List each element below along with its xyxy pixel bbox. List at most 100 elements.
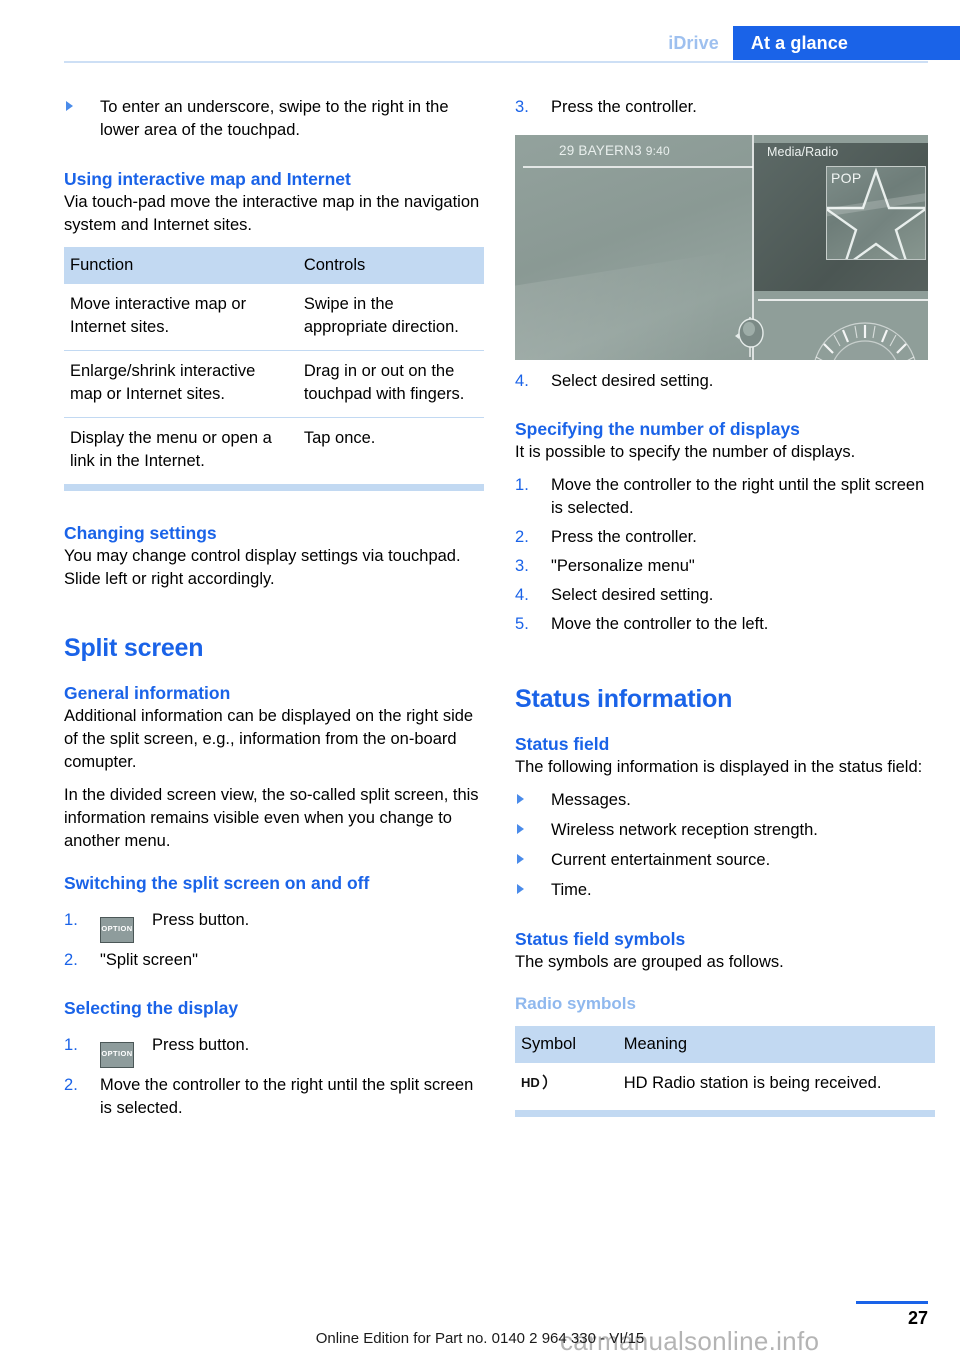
intro-bullet-list: To enter an underscore, swipe to the rig…	[64, 96, 484, 142]
svg-text:HD: HD	[521, 1075, 540, 1090]
list-item: Select desired setting.	[515, 584, 935, 607]
controller-knob-icon	[735, 317, 767, 357]
table-bottom-bar	[515, 1110, 935, 1117]
list-item: To enter an underscore, swipe to the rig…	[64, 96, 484, 142]
changing-settings-paragraph: You may change control display settings …	[64, 547, 461, 588]
heading-using-interactive-map: Using interactive map and Internet	[64, 169, 351, 189]
header-chapter-label: iDrive	[668, 32, 719, 53]
heading-status-field: Status field	[515, 734, 610, 754]
list-item: OPTION Press button.	[64, 905, 484, 943]
list-item: Current entertainment source.	[515, 849, 935, 872]
list-item: OPTION Press button.	[64, 1030, 484, 1068]
table-header-meaning: Meaning	[617, 1026, 935, 1063]
step-text: Move the controller to the left.	[551, 615, 769, 633]
triangle-bullet-icon	[517, 884, 524, 894]
specifying-displays-paragraph: It is possible to specify the number of …	[515, 443, 856, 461]
right-column: Press the controller. 29 BAYERN3 9:40 Me…	[515, 96, 935, 1117]
option-button-icon: OPTION	[100, 917, 134, 943]
bullet-text: Current entertainment source.	[551, 851, 771, 869]
page-header: iDrive At a glance	[0, 0, 960, 60]
car-display-figure: 29 BAYERN3 9:40 Media/Radio POP	[515, 135, 928, 360]
table-cell-function: Enlarge/shrink interactive map or Intern…	[64, 350, 298, 418]
general-info-paragraph-1: Additional information can be displayed …	[64, 707, 474, 771]
list-item: Press the controller.	[515, 526, 935, 549]
list-item: Move the controller to the right until t…	[515, 474, 935, 520]
table-cell-function: Move interactive map or Internet sites.	[70, 295, 247, 336]
heading-selecting-display: Selecting the display	[64, 998, 239, 1018]
subheading-radio-symbols: Radio symbols	[515, 994, 636, 1013]
step-4-list: Select desired setting.	[515, 370, 935, 393]
bullet-text: Messages.	[551, 791, 631, 809]
step-text: Press button.	[152, 911, 250, 929]
table-header-row: Function Controls	[64, 247, 484, 284]
chapter-title-status-information: Status information	[515, 685, 733, 713]
heading-specifying-displays: Specifying the number of displays	[515, 419, 800, 439]
display-station-label: 29 BAYERN3	[559, 143, 642, 158]
list-item: Messages.	[515, 789, 935, 812]
table-header-row: Symbol Meaning	[515, 1026, 935, 1063]
table-cell-function: Display the menu or open a link in the I…	[64, 417, 298, 484]
table-header-symbol: Symbol	[515, 1026, 618, 1063]
step-text: Press the controller.	[551, 528, 697, 546]
heading-status-field-symbols: Status field symbols	[515, 929, 686, 949]
heading-switching-split-screen: Switching the split screen on and off	[64, 873, 370, 893]
display-genre-label: POP	[831, 170, 862, 186]
radio-symbols-table: Symbol Meaning HD HD Radio station is be…	[515, 1026, 935, 1110]
header-divider	[64, 61, 928, 63]
table-row: Move interactive map or Internet sites. …	[64, 284, 484, 351]
display-time-label: 9:40	[645, 144, 670, 158]
triangle-bullet-icon	[517, 794, 524, 804]
table-cell-symbol: HD	[515, 1063, 618, 1110]
switching-steps-list: OPTION Press button. "Split screen"	[64, 905, 484, 972]
list-item: Time.	[515, 879, 935, 902]
chapter-title-split-screen: Split screen	[64, 634, 204, 662]
general-info-paragraph-2: In the divided screen view, the so-calle…	[64, 786, 479, 850]
table-header-controls: Controls	[297, 247, 484, 284]
status-field-paragraph: The following information is displayed i…	[515, 758, 923, 776]
hd-radio-icon: HD	[521, 1072, 555, 1092]
status-symbols-paragraph: The symbols are grouped as follows.	[515, 953, 784, 971]
header-breadcrumb: iDrive At a glance	[668, 26, 960, 60]
step-text: Press button.	[152, 1036, 250, 1054]
controls-table: Function Controls Move interactive map o…	[64, 247, 484, 484]
header-section-label: At a glance	[732, 26, 960, 60]
triangle-bullet-icon	[517, 854, 524, 864]
list-item: Press the controller.	[515, 96, 935, 119]
list-item: Wireless network reception strength.	[515, 819, 935, 842]
footer-divider	[856, 1301, 928, 1304]
display-status-text: 29 BAYERN3 9:40	[559, 143, 670, 158]
step-text: "Personalize menu"	[551, 557, 695, 575]
option-button-icon: OPTION	[100, 1042, 134, 1068]
bullet-text: Time.	[551, 881, 592, 899]
heading-general-information: General information	[64, 683, 231, 703]
step-text: "Split screen"	[100, 951, 198, 969]
table-row: Enlarge/shrink interactive map or Intern…	[64, 350, 484, 418]
table-cell-control: Tap once.	[297, 417, 484, 484]
bullet-text: To enter an underscore, swipe to the rig…	[100, 98, 449, 139]
table-row: Display the menu or open a link in the I…	[64, 417, 484, 484]
page-number: 27	[907, 1308, 928, 1328]
display-horizontal-rule	[523, 166, 753, 168]
table-cell-control: Swipe in the appropriate direction.	[303, 295, 459, 336]
heading-changing-settings: Changing settings	[64, 523, 217, 543]
table-bottom-bar	[64, 484, 484, 491]
table-cell-control: Drag in or out on the touchpad with fing…	[297, 350, 484, 418]
triangle-bullet-icon	[517, 824, 524, 834]
